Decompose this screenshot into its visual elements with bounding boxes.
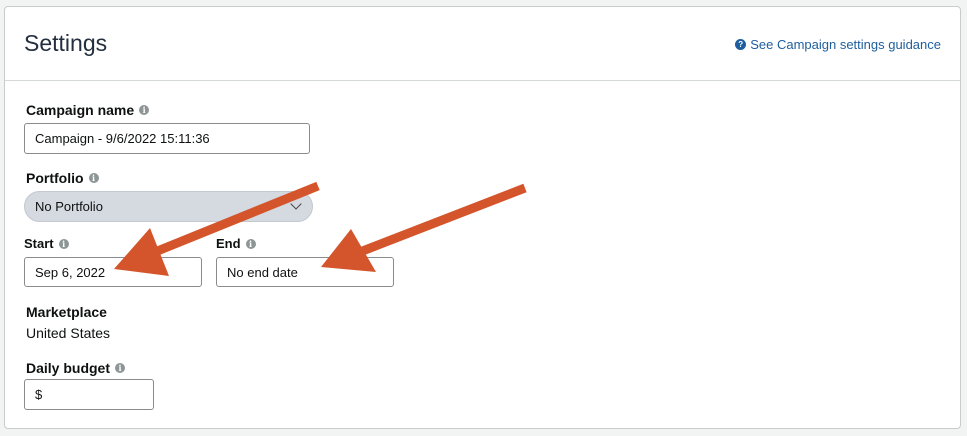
info-icon[interactable]: i (245, 238, 256, 249)
start-label: Start i (24, 236, 69, 251)
info-icon[interactable]: i (58, 238, 69, 249)
end-date-input[interactable] (216, 257, 394, 287)
campaign-settings-guidance-link[interactable]: ? See Campaign settings guidance (735, 37, 941, 52)
chevron-down-icon (290, 198, 302, 210)
daily-budget-input[interactable] (24, 379, 154, 410)
end-label-text: End (216, 236, 241, 251)
guidance-link-label: See Campaign settings guidance (750, 37, 941, 52)
marketplace-label-text: Marketplace (26, 304, 107, 320)
settings-panel: Settings ? See Campaign settings guidanc… (4, 6, 961, 429)
settings-header: Settings ? See Campaign settings guidanc… (5, 7, 960, 81)
portfolio-select[interactable]: No Portfolio (24, 191, 313, 222)
campaign-name-label-text: Campaign name (26, 102, 135, 118)
end-label: End i (216, 236, 256, 251)
campaign-name-label: Campaign name i (26, 102, 150, 118)
portfolio-label-text: Portfolio (26, 170, 84, 186)
marketplace-label: Marketplace (26, 304, 107, 320)
portfolio-label: Portfolio i (26, 170, 99, 186)
help-icon: ? (735, 39, 747, 50)
portfolio-selected-value: No Portfolio (35, 199, 103, 214)
info-icon[interactable]: i (139, 105, 150, 115)
start-label-text: Start (24, 236, 54, 251)
daily-budget-label-text: Daily budget (26, 360, 111, 376)
campaign-name-input[interactable] (24, 123, 310, 154)
start-date-input[interactable] (24, 257, 202, 287)
daily-budget-label: Daily budget i (26, 360, 126, 376)
info-icon[interactable]: i (88, 173, 99, 183)
marketplace-value: United States (26, 325, 111, 341)
info-icon[interactable]: i (115, 363, 126, 373)
page-title: Settings (24, 30, 108, 56)
